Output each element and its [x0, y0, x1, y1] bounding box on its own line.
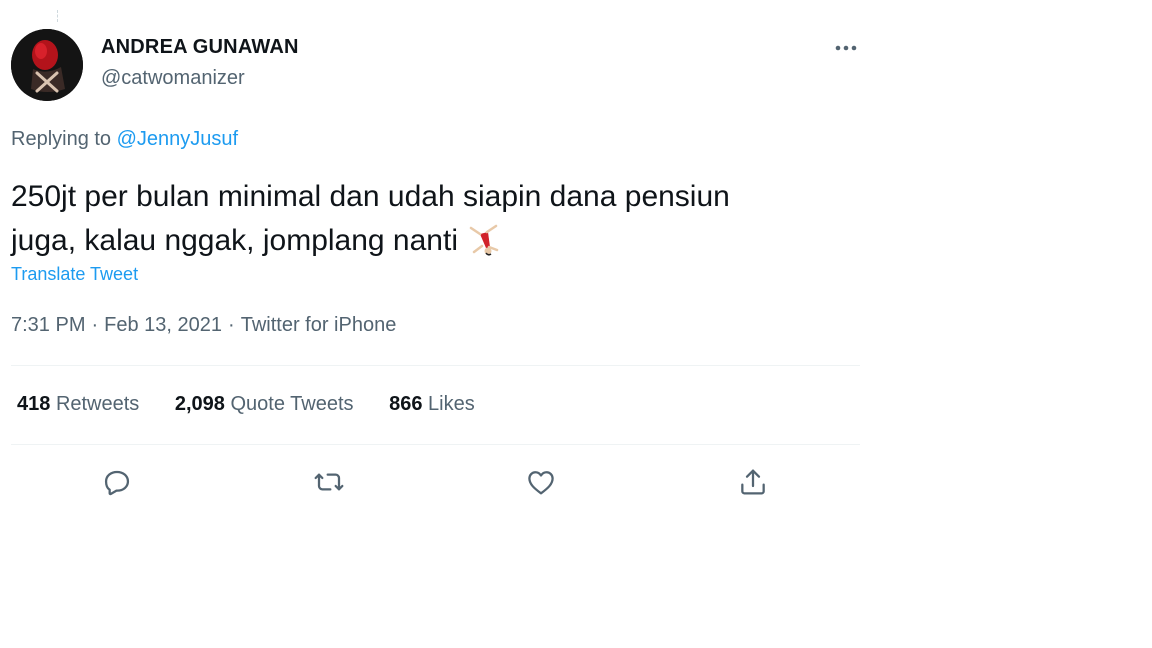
tweet-source[interactable]: Twitter for iPhone	[241, 314, 397, 336]
avatar-image	[11, 29, 83, 101]
retweets-label: Retweets	[55, 393, 140, 415]
share-icon[interactable]	[733, 462, 773, 502]
quote-tweets-stat[interactable]: 2,098 Quote Tweets	[175, 393, 354, 415]
author-name[interactable]: ANDREA GUNAWAN	[101, 36, 299, 59]
retweets-count: 418	[17, 393, 51, 415]
likes-label: Likes	[428, 393, 475, 415]
avatar[interactable]	[11, 29, 83, 101]
retweet-icon[interactable]	[309, 462, 349, 502]
cartwheel-person-icon	[466, 222, 502, 258]
retweets-stat[interactable]: 418 Retweets	[17, 393, 139, 415]
translate-tweet-link[interactable]: Translate Tweet	[11, 264, 138, 285]
tweet-date[interactable]: Feb 13, 2021	[104, 314, 222, 336]
divider-top	[11, 365, 860, 366]
tweet-actions	[11, 462, 860, 502]
divider-bottom	[11, 444, 860, 445]
meta-separator: ·	[91, 314, 99, 336]
author-handle[interactable]: @catwomanizer	[101, 67, 245, 90]
quote-tweets-label: Quote Tweets	[230, 393, 354, 415]
tweet-text: 250jt per bulan minimal dan udah siapin …	[11, 175, 860, 263]
replying-to-label: Replying to	[11, 128, 112, 150]
quote-tweets-count: 2,098	[174, 393, 225, 415]
thread-connector	[57, 10, 58, 22]
tweet-metadata: 7:31 PM · Feb 13, 2021 · Twitter for iPhone	[11, 314, 396, 337]
tweet-text-line-1: 250jt per bulan minimal dan udah siapin …	[11, 180, 730, 213]
tweet-time[interactable]: 7:31 PM	[11, 314, 85, 336]
reply-icon[interactable]	[97, 462, 137, 502]
meta-separator: ·	[228, 314, 235, 336]
reply-mention-link[interactable]: @JennyJusuf	[117, 128, 238, 150]
likes-stat[interactable]: 866 Likes	[389, 393, 475, 415]
likes-count: 866	[389, 393, 423, 415]
tweet-text-line-2: juga, kalau nggak, jomplang nanti	[11, 224, 458, 257]
like-icon[interactable]	[521, 462, 561, 502]
tweet-stats: 418 Retweets 2,098 Quote Tweets 866 Like…	[17, 393, 505, 416]
replying-to: Replying to @JennyJusuf	[11, 128, 238, 151]
more-options-icon[interactable]	[832, 36, 860, 60]
